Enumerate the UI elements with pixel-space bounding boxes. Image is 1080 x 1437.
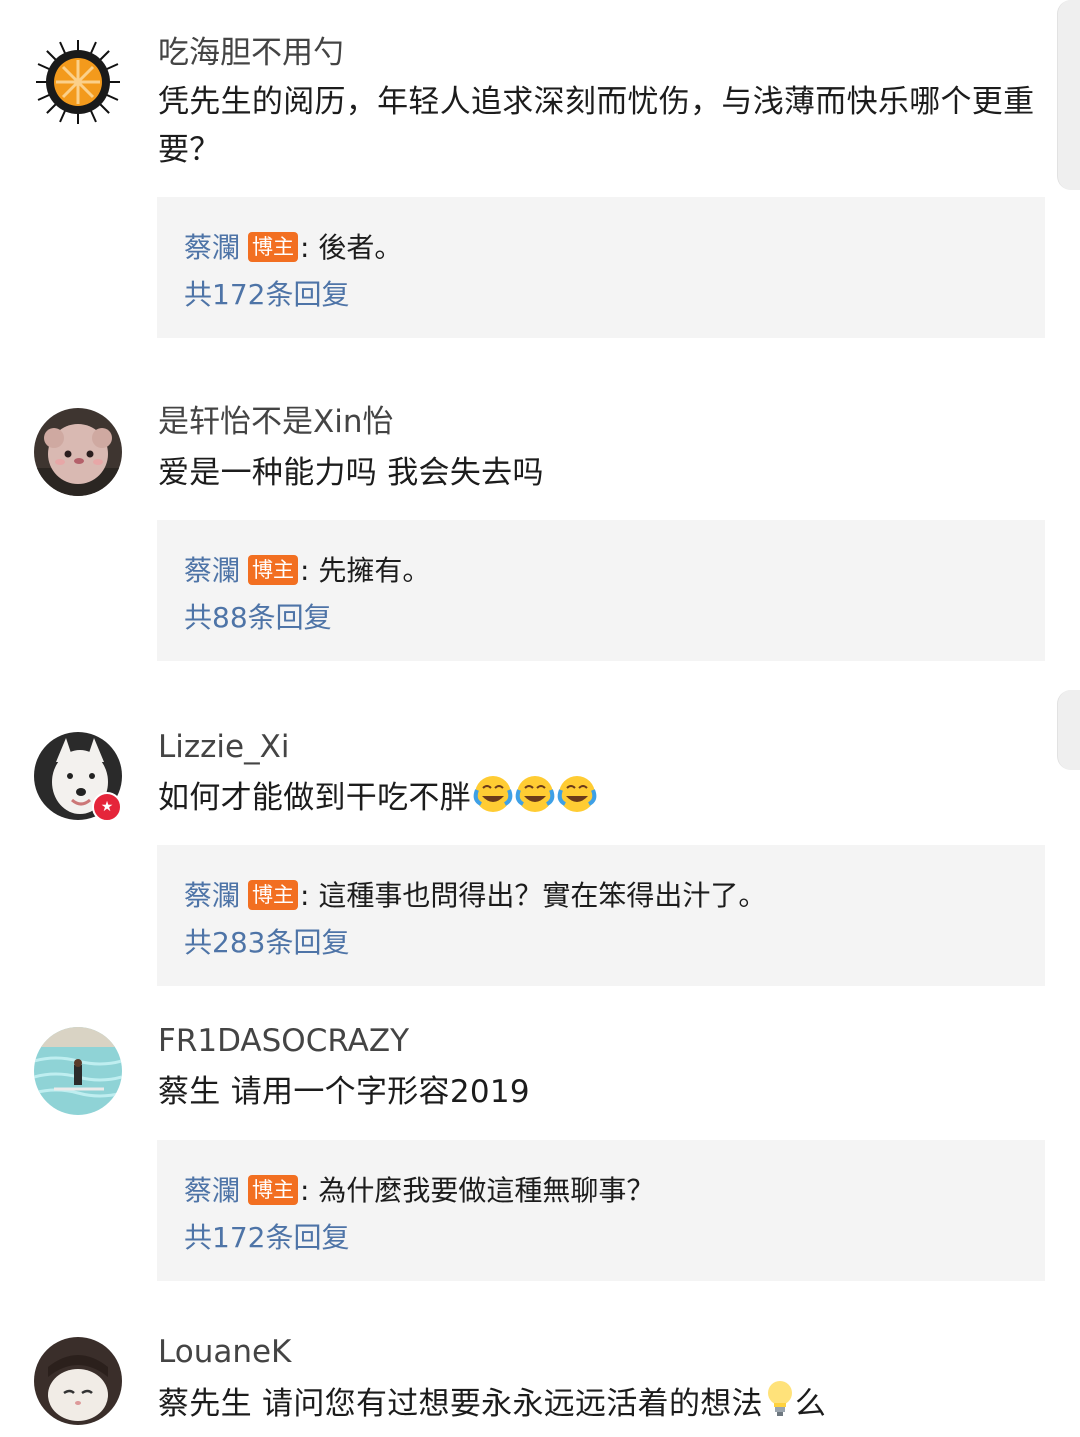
reply-author-name[interactable]: 蔡瀾 — [184, 1174, 240, 1207]
blogger-badge: 博主 — [248, 1175, 299, 1205]
author-reply-box[interactable]: 蔡瀾 博主: 這種事也問得出？實在笨得出汁了。 共283条回复 — [157, 845, 1045, 986]
comment-text: 爱是一种能力吗 我会失去吗 — [158, 455, 544, 491]
reply-count-link[interactable]: 共172条回复 — [184, 275, 349, 315]
comment-text: 凭先生的阅历，年轻人追求深刻而忧伤，与浅薄而快乐哪个更重要？ — [158, 84, 1035, 168]
author-reply-line: 蔡瀾 博主: 後者。 — [184, 228, 402, 268]
comment-username[interactable]: 是轩怡不是Xin怡 — [158, 402, 394, 442]
reply-text: : 這種事也問得出？實在笨得出汁了。 — [300, 879, 767, 912]
comment-username[interactable]: Lizzie_Xi — [158, 727, 289, 767]
side-scroll-edge[interactable] — [1057, 0, 1080, 190]
avatar[interactable] — [34, 1337, 122, 1425]
comment-text: 如何才能做到干吃不胖 — [158, 774, 1048, 828]
vip-star-badge-icon: ★ — [92, 792, 122, 822]
reply-text: : 為什麼我要做這種無聊事？ — [300, 1174, 655, 1207]
blogger-badge: 博主 — [248, 232, 299, 262]
reply-count-link[interactable]: 共283条回复 — [184, 923, 349, 963]
reply-author-name[interactable]: 蔡瀾 — [184, 879, 240, 912]
laugh-cry-emoji-icon — [473, 774, 599, 828]
comment-username[interactable]: 吃海胆不用勺 — [158, 33, 344, 73]
lightbulb-emoji-icon — [765, 1378, 795, 1434]
author-reply-line: 蔡瀾 博主: 為什麼我要做這種無聊事？ — [184, 1171, 654, 1211]
blogger-badge: 博主 — [248, 880, 299, 910]
comment-text-body: 蔡先生 请问您有过想要永永远远活着的想法 — [158, 1386, 763, 1422]
avatar[interactable] — [34, 1027, 122, 1115]
author-reply-line: 蔡瀾 博主: 這種事也問得出？實在笨得出汁了。 — [184, 876, 766, 916]
author-reply-line: 蔡瀾 博主: 先擁有。 — [184, 551, 430, 591]
reply-count-link[interactable]: 共172条回复 — [184, 1218, 349, 1258]
comment-text: 蔡先生 请问您有过想要永永远远活着的想法 么 — [158, 1378, 1048, 1434]
comment-username[interactable]: FR1DASOCRAZY — [158, 1021, 409, 1061]
reply-count-link[interactable]: 共88条回复 — [184, 598, 332, 638]
reply-author-name[interactable]: 蔡瀾 — [184, 554, 240, 587]
author-reply-box[interactable]: 蔡瀾 博主: 先擁有。 共88条回复 — [157, 520, 1045, 661]
reply-text: : 後者。 — [300, 231, 403, 264]
comment-text: 蔡生 请用一个字形容2019 — [158, 1074, 530, 1110]
avatar[interactable] — [34, 408, 122, 496]
author-reply-box[interactable]: 蔡瀾 博主: 為什麼我要做這種無聊事？ 共172条回复 — [157, 1140, 1045, 1281]
author-reply-box[interactable]: 蔡瀾 博主: 後者。 共172条回复 — [157, 197, 1045, 338]
comment-text-body: 如何才能做到干吃不胖 — [158, 780, 471, 816]
comment-text-tail: 么 — [794, 1386, 827, 1422]
comment-username[interactable]: LouaneK — [158, 1332, 291, 1372]
avatar[interactable] — [34, 38, 122, 126]
reply-author-name[interactable]: 蔡瀾 — [184, 231, 240, 264]
blogger-badge: 博主 — [248, 555, 299, 585]
side-scroll-edge[interactable] — [1057, 690, 1080, 770]
reply-text: : 先擁有。 — [300, 554, 431, 587]
